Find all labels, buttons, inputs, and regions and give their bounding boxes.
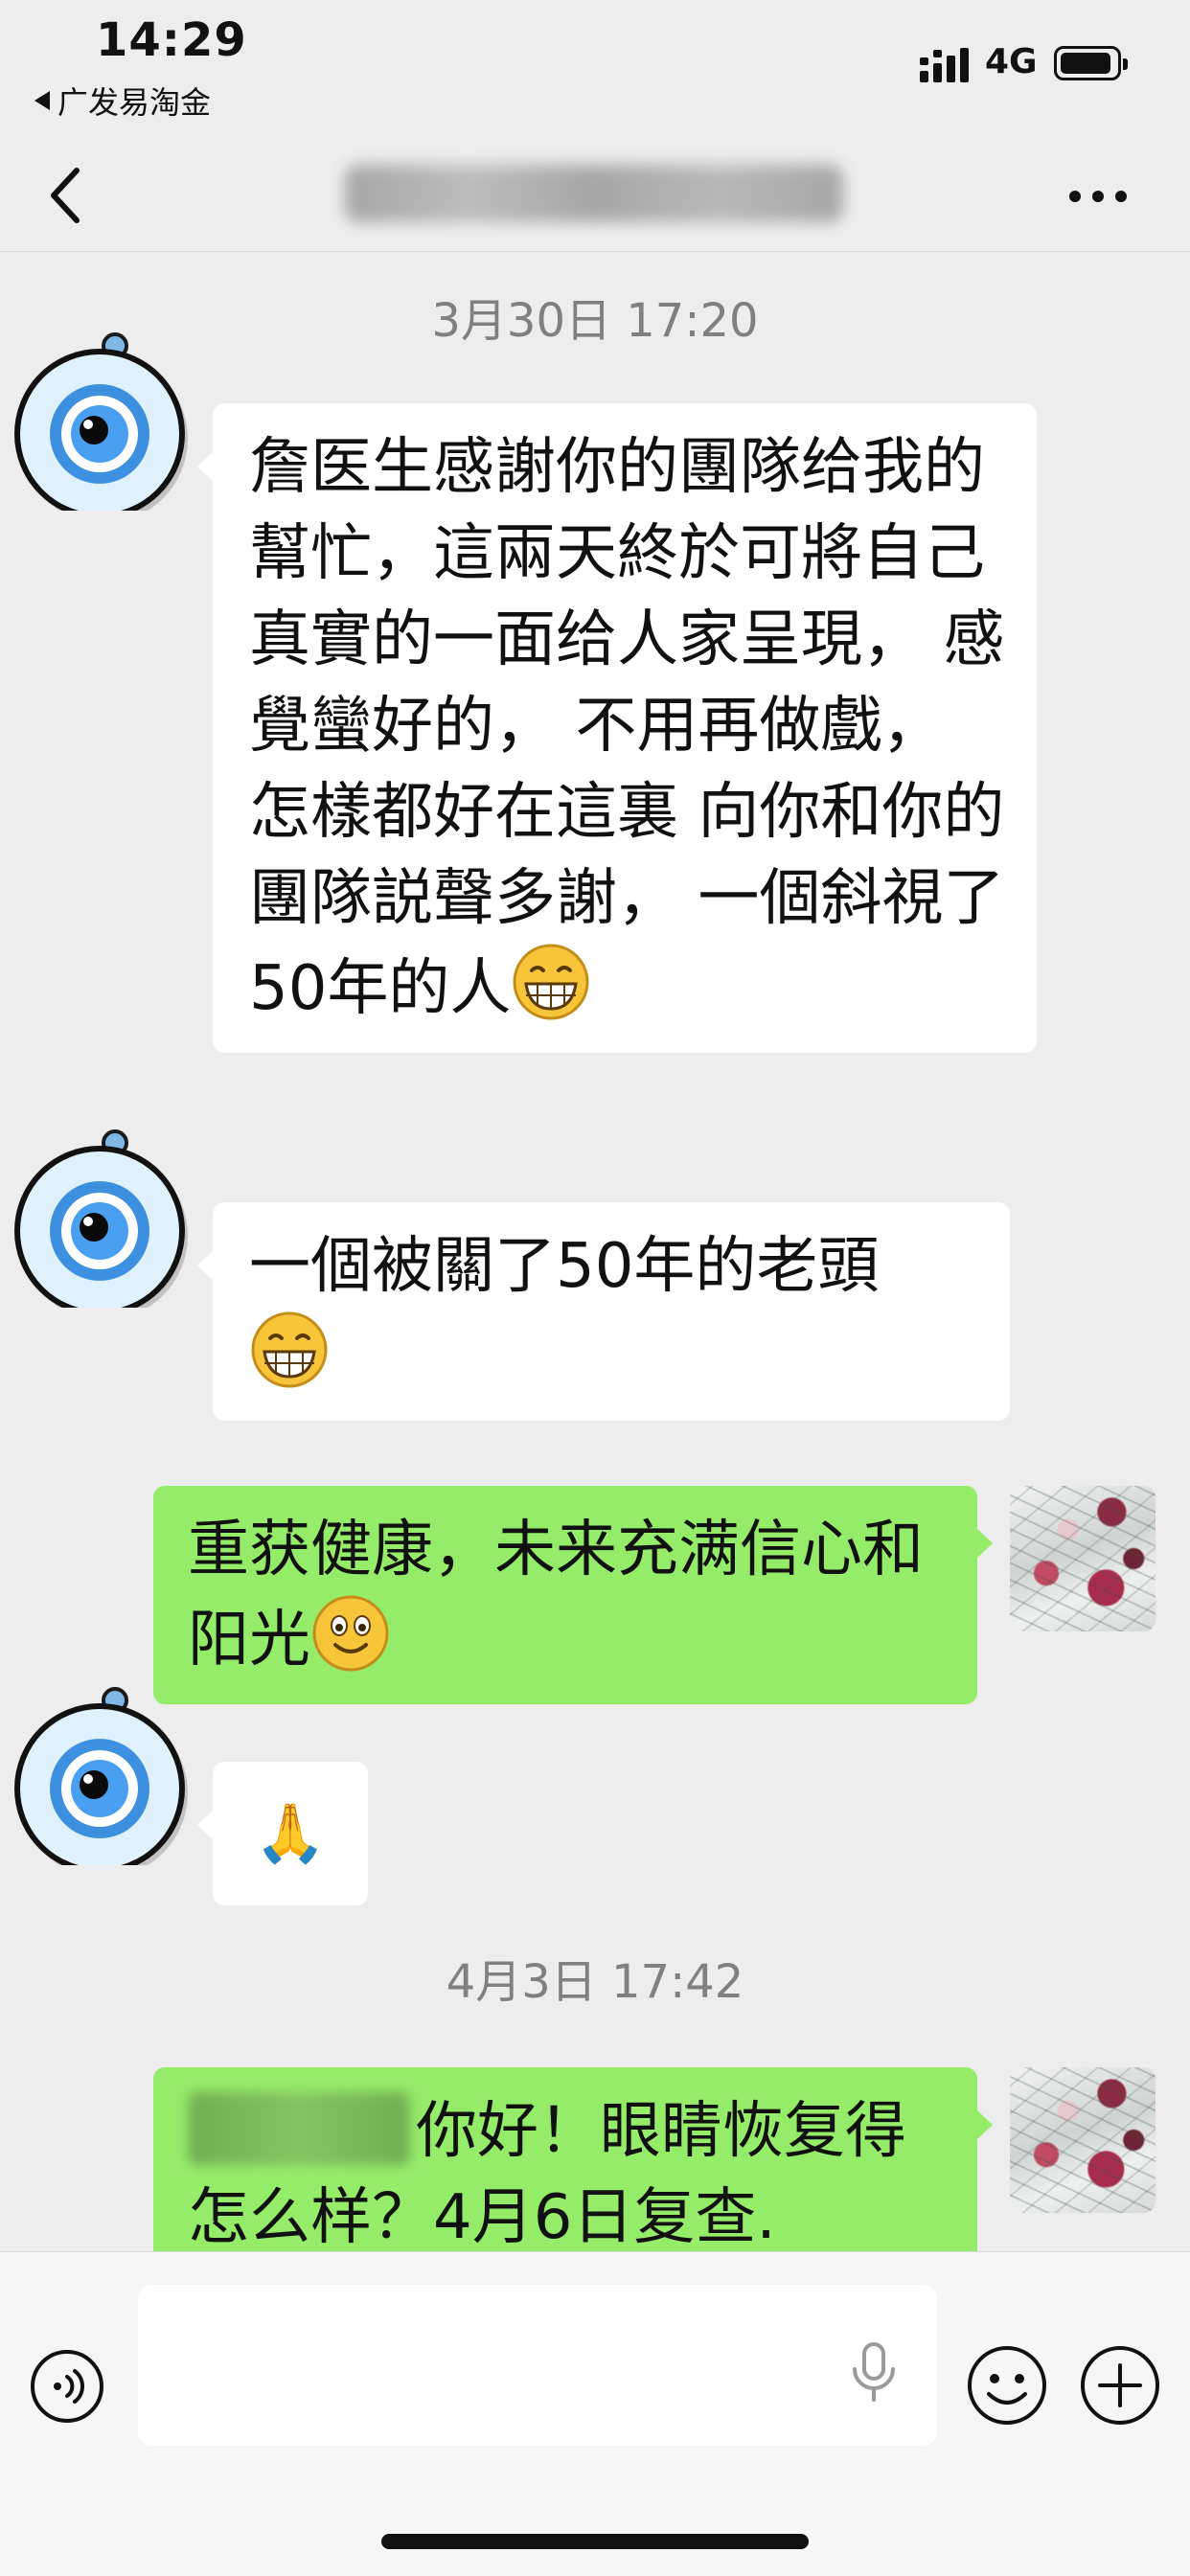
more-options-icon[interactable] [1069, 182, 1136, 211]
input-bar [0, 2251, 1190, 2576]
my-avatar-photo[interactable] [1010, 1486, 1156, 1631]
message-text: 重获健康，未来充满信心和阳光 [188, 1515, 924, 1676]
back-app-label: 广发易淘金 [57, 84, 212, 121]
network-type: 4G [985, 42, 1038, 81]
back-triangle-icon [34, 91, 50, 110]
my-avatar-photo[interactable] [1010, 2067, 1156, 2213]
incoming-message-bubble[interactable]: 詹医生感謝你的團隊给我的幫忙，這兩天終於可將自己真實的一面给人家呈現， 感覺蠻好… [197, 403, 1037, 1053]
battery-icon [1054, 46, 1128, 80]
message-text: 你好！眼睛恢复得怎么样？4月6日复查. [188, 2088, 949, 2251]
smiling-face-emoji [312, 1595, 389, 1672]
emoji-icon[interactable] [966, 2344, 1048, 2427]
home-indicator[interactable] [381, 2534, 809, 2549]
grinning-face-emoji [251, 1311, 328, 1388]
back-chevron-icon[interactable] [40, 161, 98, 230]
folded-hands-emoji: 🙏 [254, 1800, 327, 1867]
chat-title-blurred [345, 165, 843, 222]
microphone-icon[interactable] [847, 2340, 901, 2404]
incoming-message-bubble[interactable]: 一個被關了50年的老頭 [197, 1202, 1010, 1421]
outgoing-message-bubble[interactable]: 重获健康，未来充满信心和阳光 [153, 1486, 993, 1704]
eye-avatar-icon[interactable] [10, 1126, 192, 1308]
message-timestamp: 4月3日 17:42 [446, 1955, 744, 2009]
back-to-app-link[interactable]: 广发易淘金 [34, 79, 211, 123]
message-text: 一個被關了50年的老頭 [249, 1223, 989, 1400]
status-bar: 14:29 广发易淘金 4G [0, 0, 1190, 144]
message-input[interactable] [138, 2285, 937, 2446]
message-text: 詹医生感謝你的團隊给我的幫忙，這兩天終於可將自己真實的一面给人家呈現， 感覺蠻好… [249, 432, 1005, 1024]
chat-messages[interactable]: 3月30日 17:20 詹医生感謝你的團隊给我的幫忙，這兩天終於可將自己真實的一… [0, 252, 1190, 2251]
eye-avatar-icon[interactable] [10, 1683, 192, 1865]
outgoing-message-bubble[interactable]: 你好！眼睛恢复得怎么样？4月6日复查. [153, 2067, 993, 2251]
voice-input-icon[interactable] [29, 2348, 105, 2425]
blurred-name [188, 2092, 410, 2165]
incoming-message-bubble[interactable]: 🙏 [197, 1762, 368, 1905]
eye-avatar-icon[interactable] [10, 329, 192, 511]
cellular-signal-icon [920, 48, 969, 82]
status-time: 14:29 [96, 13, 247, 67]
chat-header [0, 144, 1190, 252]
add-more-icon[interactable] [1079, 2344, 1161, 2427]
grinning-face-emoji [513, 944, 589, 1020]
